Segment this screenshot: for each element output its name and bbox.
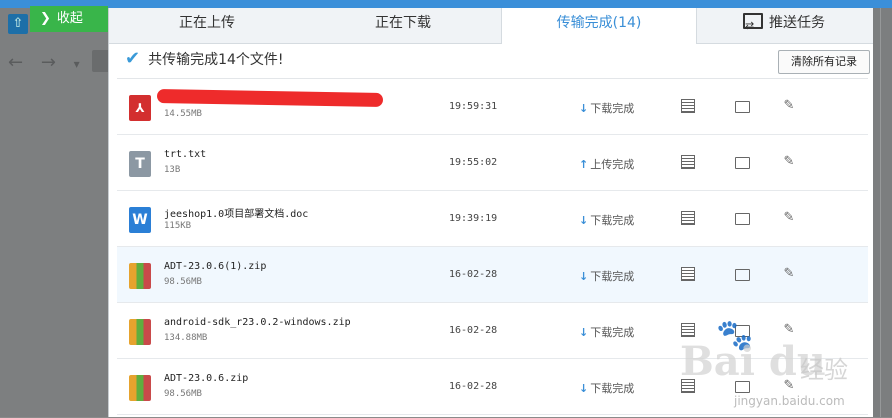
open-folder-icon[interactable] [734, 155, 750, 169]
open-folder-icon[interactable] [734, 323, 750, 337]
clear-record-icon[interactable]: ✎ [781, 99, 797, 113]
transfer-status: ↓ 下载完成 [579, 268, 634, 284]
file-size: 98.56MB [164, 389, 202, 399]
details-icon[interactable] [680, 99, 696, 113]
summary-text: 共传输完成14个文件! [148, 52, 284, 68]
down-arrow-icon: ↓ [579, 214, 589, 227]
file-name: trt.txt [164, 149, 207, 160]
file-row[interactable]: ADT-23.0.6(1).zip 98.56MB 16-02-28 ↓ 下载完成 ✎ [117, 247, 868, 303]
file-time: 19:39:19 [449, 213, 498, 224]
doc-file-icon: W [129, 207, 151, 233]
open-folder-icon[interactable] [734, 211, 750, 225]
top-accent-bar [0, 0, 892, 8]
collapse-button[interactable]: ❯ 收起 [30, 6, 108, 32]
file-name: ADT-23.0.6.zip [164, 373, 249, 384]
details-icon[interactable] [680, 211, 696, 225]
zip-file-icon [129, 375, 151, 401]
tab-completed[interactable]: 传输完成(14) [501, 8, 697, 44]
file-name: jeeshop1.0项目部署文档.doc [164, 209, 309, 220]
details-icon[interactable] [680, 379, 696, 393]
status-label: 下载完成 [590, 382, 635, 395]
file-size: 115KB [164, 221, 192, 231]
open-folder-icon[interactable] [734, 267, 750, 281]
file-size: 14.55MB [164, 109, 202, 119]
transfer-status: ↓ 下载完成 [579, 380, 634, 396]
file-size: 13B [164, 165, 181, 175]
down-arrow-icon: ↓ [579, 382, 589, 395]
clear-record-icon[interactable]: ✎ [781, 211, 797, 225]
open-folder-icon[interactable] [734, 99, 750, 113]
details-icon[interactable] [680, 323, 696, 337]
file-row[interactable]: Ttrt.txt 13B 19:55:02 ↑ 上传完成 ✎ [117, 135, 868, 191]
status-label: 上传完成 [590, 158, 635, 171]
tab-uploading[interactable]: 正在上传 [109, 8, 305, 43]
status-label: 下载完成 [590, 326, 635, 339]
nav-dropdown-icon[interactable]: ▾ [74, 57, 80, 71]
file-time: 19:55:02 [449, 157, 498, 168]
open-folder-icon[interactable] [734, 379, 750, 393]
file-row[interactable]: ADT-23.0.6.zip 98.56MB 16-02-28 ↓ 下载完成 ✎ [117, 359, 868, 415]
transfer-status: ↓ 下载完成 [579, 324, 634, 340]
status-label: 下载完成 [590, 102, 635, 115]
transfer-panel: 正在上传 正在下载 传输完成(14) 推送任务 ✔ 共传输完成14个文件! 清除所… [108, 8, 873, 417]
down-arrow-icon: ↓ [579, 102, 589, 115]
file-row[interactable]: android-sdk_r23.0.2-windows.zip 134.88MB 1… [117, 303, 868, 359]
file-name: ADT-23.0.6(1).zip [164, 261, 267, 272]
transfer-status: ↑ 上传完成 [579, 156, 634, 172]
forward-arrow-icon[interactable]: → [41, 52, 56, 73]
file-name: android-sdk_r23.0.2-windows.zip [164, 317, 351, 328]
txt-file-icon: T [129, 151, 151, 177]
tab-bar: 正在上传 正在下载 传输完成(14) 推送任务 [109, 8, 873, 44]
file-size: 98.56MB [164, 277, 202, 287]
tab-push-label: 推送任务 [769, 15, 825, 31]
tab-push-tasks[interactable]: 推送任务 [695, 8, 873, 43]
file-time: 19:59:31 [449, 101, 498, 112]
details-icon[interactable] [680, 267, 696, 281]
down-arrow-icon: ↓ [579, 270, 589, 283]
back-arrow-icon[interactable]: ← [8, 52, 23, 73]
right-scroll-strip [872, 8, 892, 417]
clear-all-records-button[interactable]: 清除所有记录 [778, 50, 870, 74]
file-time: 16-02-28 [449, 381, 498, 392]
file-row[interactable]: ⅄ 14.55MB 19:59:31 ↓ 下载完成 ✎ [117, 79, 868, 135]
nav-buttons: ← → ▾ [8, 52, 92, 73]
transfer-status: ↓ 下载完成 [579, 212, 634, 228]
completion-summary: ✔ 共传输完成14个文件! [125, 48, 284, 69]
file-size: 134.88MB [164, 333, 208, 343]
file-row[interactable]: Wjeeshop1.0项目部署文档.doc 115KB 19:39:19 ↓ 下载完成 ✎ [117, 191, 868, 247]
file-list: ⅄ 14.55MB 19:59:31 ↓ 下载完成 ✎ Ttrt.txt 13B 19:55:0… [117, 78, 868, 418]
clear-record-icon[interactable]: ✎ [781, 155, 797, 169]
status-label: 下载完成 [590, 270, 635, 283]
transfer-status: ↓ 下载完成 [579, 100, 634, 116]
details-icon[interactable] [680, 155, 696, 169]
clear-record-icon[interactable]: ✎ [781, 379, 797, 393]
up-arrow-icon: ↑ [579, 158, 589, 171]
clear-record-icon[interactable]: ✎ [781, 267, 797, 281]
pdf-file-icon: ⅄ [129, 95, 151, 121]
zip-file-icon [129, 263, 151, 289]
down-arrow-icon: ↓ [579, 326, 589, 339]
clear-record-icon[interactable]: ✎ [781, 323, 797, 337]
chevron-right-icon: ❯ [40, 11, 51, 26]
file-time: 16-02-28 [449, 269, 498, 280]
tab-downloading[interactable]: 正在下载 [305, 8, 501, 43]
status-label: 下载完成 [590, 214, 635, 227]
upload-icon[interactable]: ⇧ [8, 14, 28, 34]
collapse-label: 收起 [56, 11, 83, 26]
check-icon: ✔ [125, 48, 141, 69]
zip-file-icon [129, 319, 151, 345]
redaction-mark [156, 89, 384, 107]
push-task-icon [743, 11, 763, 41]
file-time: 16-02-28 [449, 325, 498, 336]
